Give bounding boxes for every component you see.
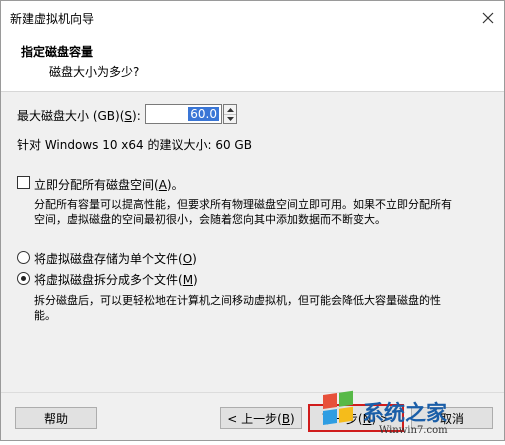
- multiple-files-radio[interactable]: [17, 272, 30, 285]
- wizard-window: 新建虚拟机向导 指定磁盘容量 磁盘大小为多少? 最大磁盘大小 (GB)(S): …: [0, 0, 505, 441]
- allocate-description: 分配所有容量可以提高性能，但要求所有物理磁盘空间立即可用。如果不立即分配所有 空…: [34, 198, 452, 226]
- watermark-url: Winwin7.com: [379, 425, 448, 436]
- help-button[interactable]: 帮助: [15, 407, 97, 429]
- radio-selected-dot: [21, 276, 26, 281]
- allocate-all-checkbox[interactable]: [17, 176, 30, 189]
- recommended-size-text: 针对 Windows 10 x64 的建议大小: 60 GB: [17, 138, 252, 152]
- page-subtitle: 磁盘大小为多少?: [49, 65, 140, 79]
- title-bar: 新建虚拟机向导: [1, 1, 504, 35]
- allocate-all-label[interactable]: 立即分配所有磁盘空间(A)。: [34, 176, 184, 193]
- window-title: 新建虚拟机向导: [10, 12, 95, 26]
- disk-size-value: 60.0: [188, 107, 219, 121]
- max-disk-size-label: 最大磁盘大小 (GB)(S):: [17, 109, 141, 123]
- close-button[interactable]: [477, 7, 499, 29]
- disk-size-input[interactable]: 60.0: [145, 104, 222, 124]
- chevron-down-icon: [226, 116, 234, 121]
- watermark-brand: 系统之家: [363, 400, 447, 425]
- multiple-files-description: 拆分磁盘后，可以更轻松地在计算机之间移动虚拟机，但可能会降低大容量磁盘的性 能。: [34, 294, 441, 322]
- close-icon: [482, 12, 494, 24]
- back-button[interactable]: < 上一步(B): [220, 407, 302, 429]
- disk-size-stepper[interactable]: [223, 104, 237, 124]
- single-file-label[interactable]: 将虚拟磁盘存储为单个文件(O): [34, 250, 197, 267]
- stepper-down-button[interactable]: [224, 114, 236, 123]
- single-file-radio[interactable]: [17, 251, 30, 264]
- multiple-files-label[interactable]: 将虚拟磁盘拆分成多个文件(M): [34, 271, 198, 288]
- watermark-logo: 系统之家 Winwin7.com: [319, 387, 505, 442]
- page-title: 指定磁盘容量: [21, 45, 94, 59]
- wizard-header: 指定磁盘容量 磁盘大小为多少?: [1, 35, 504, 92]
- chevron-up-icon: [226, 107, 234, 112]
